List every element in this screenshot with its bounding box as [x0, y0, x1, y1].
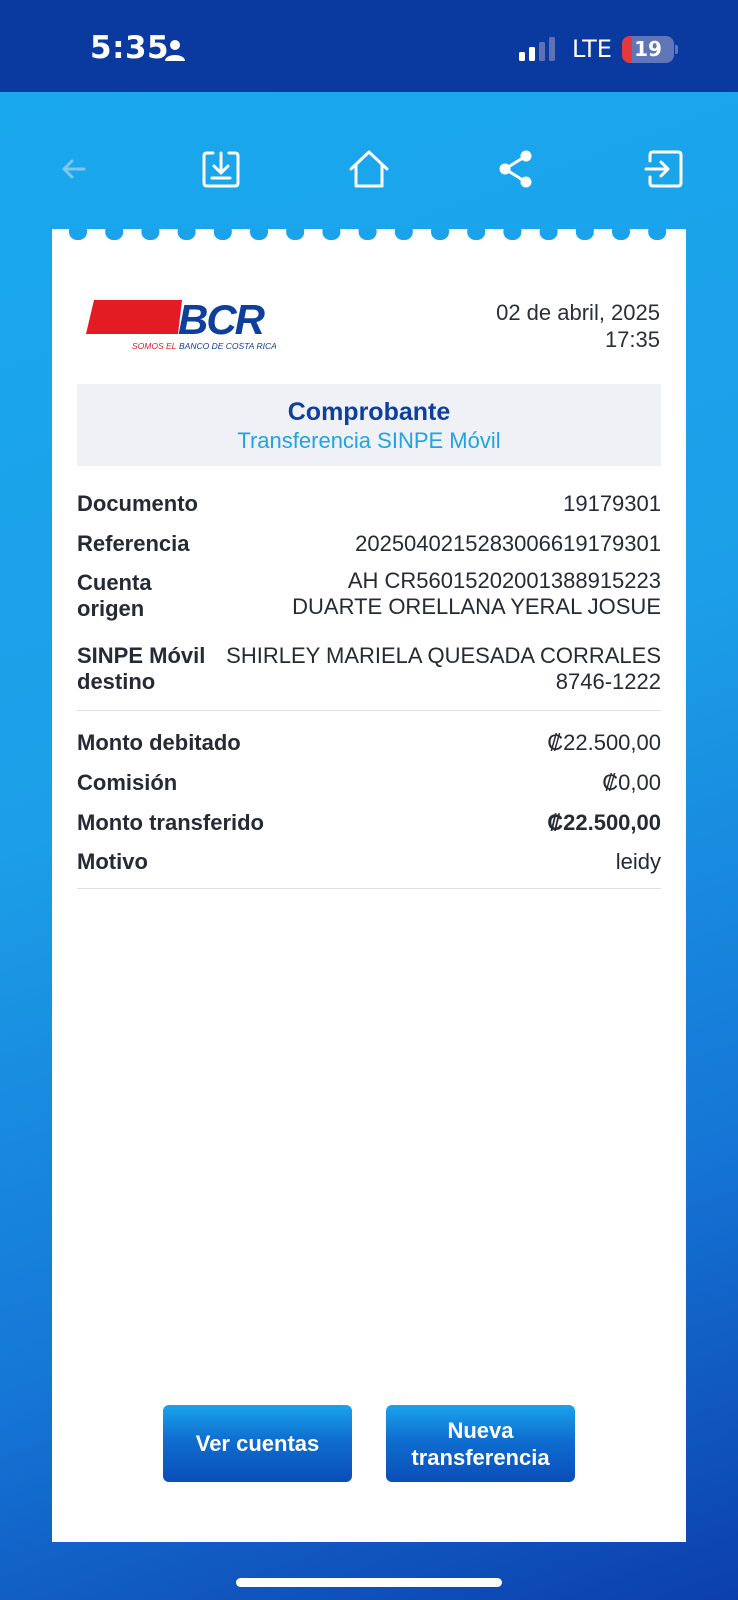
- documento-label: Documento: [77, 491, 198, 516]
- home-icon[interactable]: [347, 147, 391, 191]
- monto-debitado-label: Monto debitado: [77, 730, 241, 755]
- home-indicator: [236, 1578, 502, 1587]
- bcr-tagline-rest: BANCO DE COSTA RICA: [179, 341, 276, 351]
- cuenta-origen-label-line2: origen: [77, 596, 145, 621]
- sinpe-destino-name: SHIRLEY MARIELA QUESADA CORRALES: [226, 643, 661, 668]
- download-icon[interactable]: [199, 147, 243, 191]
- monto-transferido-label: Monto transferido: [77, 810, 264, 835]
- battery-level: 19: [634, 37, 662, 61]
- cuenta-origen-label-line1: Cuenta: [77, 570, 152, 595]
- monto-transferido-value: ₡22.500,00: [547, 810, 661, 835]
- back-arrow-icon[interactable]: [52, 147, 96, 191]
- divider: [77, 710, 661, 711]
- person-icon: [165, 40, 185, 61]
- receipt-time: 17:35: [604, 327, 660, 352]
- documento-value: 19179301: [563, 491, 661, 516]
- ver-cuentas-button[interactable]: Ver cuentas: [163, 1405, 352, 1482]
- signal-icon: [519, 37, 555, 61]
- bcr-tagline-prefix: SOMOS EL: [132, 341, 177, 351]
- receipt-torn-edge: [52, 229, 686, 245]
- cuenta-origen-holder: DUARTE ORELLANA YERAL JOSUE: [292, 594, 661, 619]
- exit-icon[interactable]: [642, 147, 686, 191]
- motivo-value: leidy: [615, 849, 661, 874]
- cuenta-origen-account: AH CR56015202001388915223: [347, 568, 661, 593]
- comision-label: Comisión: [77, 770, 178, 795]
- comision-value: ₡0,00: [602, 770, 661, 795]
- receipt-title: Comprobante: [287, 398, 451, 426]
- nueva-transferencia-button[interactable]: Nueva transferencia: [386, 1405, 575, 1482]
- receipt-date: 02 de abril, 2025: [496, 300, 660, 325]
- monto-debitado-value: ₡22.500,00: [547, 730, 661, 755]
- status-time: 5:35: [90, 30, 170, 66]
- bcr-brand-text: BCR: [178, 298, 266, 343]
- bcr-logo: BCR SOMOS EL BANCO DE COSTA RICA: [86, 298, 276, 351]
- sinpe-destino-label-line1: SINPE Móvil: [77, 643, 206, 668]
- battery-icon: 19: [622, 36, 674, 63]
- referencia-label: Referencia: [77, 531, 190, 556]
- share-icon[interactable]: [494, 147, 538, 191]
- receipt-subtitle: Transferencia SINPE Móvil: [237, 428, 501, 453]
- network-label: LTE: [572, 35, 612, 63]
- sinpe-destino-label-line2: destino: [77, 669, 156, 694]
- referencia-value: 2025040215283006619179301: [355, 531, 661, 556]
- divider: [77, 888, 661, 889]
- motivo-label: Motivo: [77, 849, 148, 874]
- battery-nub: [675, 45, 678, 54]
- sinpe-destino-phone: 8746-1222: [555, 669, 661, 694]
- status-bar: 5:35 LTE 19: [0, 0, 738, 92]
- title-box: Comprobante Transferencia SINPE Móvil: [77, 384, 661, 466]
